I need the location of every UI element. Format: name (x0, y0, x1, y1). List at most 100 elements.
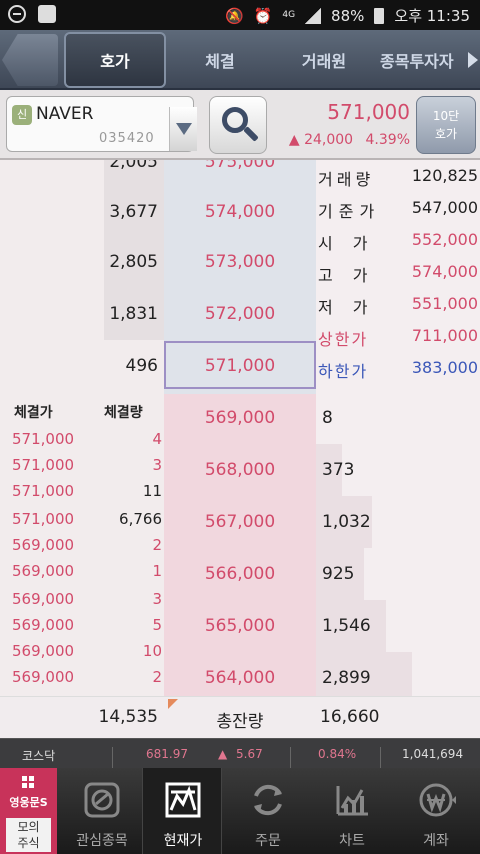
ask-price[interactable]: 574,000 (164, 202, 316, 222)
trade-price: 571,000 (12, 482, 75, 500)
bid-total: 16,660 (320, 707, 380, 727)
trade-price: 569,000 (12, 562, 75, 580)
bid-price[interactable]: 569,000 (164, 408, 316, 428)
status-bar: 🔕 ⏰ 4G 88% 오후 11:35 (0, 0, 480, 30)
ask-price-current[interactable]: 571,000 (164, 356, 316, 376)
info-label: 저가 (318, 298, 388, 317)
bid-quantity: 1,546 (322, 616, 371, 636)
trade-qty: 2 (152, 536, 162, 554)
totals-label: 총잔량 (216, 712, 264, 732)
index-volume: 1,041,694 (402, 747, 464, 761)
price-change: ▲ 24,000 4.39% (289, 132, 410, 148)
bid-price[interactable]: 565,000 (164, 616, 316, 636)
search-button[interactable] (209, 96, 267, 154)
clock: 오후 11:35 (394, 7, 470, 25)
tab-hoga[interactable]: 호가 (64, 32, 166, 88)
app-notification-icon (38, 5, 56, 23)
bid-price[interactable]: 567,000 (164, 512, 316, 532)
current-price-icon (165, 782, 201, 818)
menu-grid-icon (22, 776, 34, 788)
index-name: 코스닥 (22, 749, 56, 763)
trade-qty: 2 (152, 668, 162, 686)
info-value-upper-limit: 711,000 (411, 326, 478, 345)
level-button-line1: 10단 (432, 109, 460, 123)
info-value: 552,000 (411, 230, 478, 249)
trade-price: 571,000 (12, 456, 75, 474)
battery-icon (374, 7, 385, 24)
ask-quantity: 2,805 (109, 252, 158, 272)
info-value-lower-limit: 383,000 (411, 358, 478, 377)
stock-selector[interactable]: 신 NAVER 035420 (6, 96, 197, 152)
info-value: 551,000 (411, 294, 478, 313)
index-change: 5.67 (236, 747, 263, 761)
nav-account[interactable]: 계좌 (396, 768, 476, 854)
index-value: 681.97 (146, 747, 188, 761)
ask-price[interactable]: 572,000 (164, 304, 316, 324)
nav-current-price[interactable]: 현재가 (142, 768, 222, 854)
trade-qty: 1 (152, 562, 162, 580)
ask-price[interactable]: 575,000 (164, 160, 316, 172)
mock-trading-badge[interactable]: 모의 주식 (6, 818, 51, 852)
bid-quantity: 925 (322, 564, 355, 584)
nav-label: 계좌 (423, 833, 449, 849)
ask-quantity: 496 (125, 356, 158, 376)
trade-qty: 11 (142, 482, 162, 500)
nav-label: 주문 (255, 833, 281, 849)
stock-name: NAVER (36, 104, 94, 124)
current-price: 571,000 (327, 100, 410, 124)
bid-price[interactable]: 566,000 (164, 564, 316, 584)
mock-label-2: 주식 (17, 836, 40, 850)
trade-price: 571,000 (12, 510, 75, 528)
trade-qty: 5 (152, 616, 162, 634)
trade-price: 569,000 (12, 616, 75, 634)
home-menu-button[interactable]: 영웅문S 모의 주식 (0, 768, 57, 854)
trades-header-qty: 체결량 (104, 405, 143, 421)
bid-price[interactable]: 564,000 (164, 668, 316, 688)
bid-quantity: 8 (322, 408, 333, 428)
bid-quantity: 373 (322, 460, 355, 480)
ten-level-quote-button[interactable]: 10단 호가 (416, 96, 476, 154)
trade-qty: 4 (152, 430, 162, 448)
bid-quantity: 1,032 (322, 512, 371, 532)
tab-brokers[interactable]: 거래원 (272, 32, 376, 88)
trade-qty: 3 (152, 456, 162, 474)
level-button-line2: 호가 (434, 127, 458, 141)
back-button[interactable] (2, 34, 58, 86)
bid-price[interactable]: 568,000 (164, 460, 316, 480)
nav-label: 차트 (339, 833, 365, 849)
trade-qty: 10 (142, 642, 162, 660)
chart-icon (336, 786, 368, 816)
tab-trades[interactable]: 체결 (170, 32, 270, 88)
scroll-right-icon[interactable] (468, 52, 478, 68)
tab-investors[interactable]: 종목투자자 (380, 32, 476, 88)
ask-total: 14,535 (98, 707, 158, 727)
info-value: 574,000 (411, 262, 478, 281)
info-value: 547,000 (411, 198, 478, 217)
dropdown-icon[interactable] (169, 107, 197, 151)
mock-label-1: 모의 (17, 820, 40, 834)
network-type: 4G (282, 10, 296, 20)
nav-order[interactable]: 주문 (228, 768, 308, 854)
info-label: 시가 (318, 234, 388, 253)
nav-label: 관심종목 (76, 833, 128, 849)
stock-header: 신 NAVER 035420 571,000 ▲ 24,000 4.39% 10… (0, 90, 480, 160)
info-value: 120,825 (411, 166, 478, 185)
info-label: 기준가 (318, 202, 381, 221)
trade-qty: 3 (152, 590, 162, 608)
order-book[interactable]: 2,005 575,000 3,677 574,000 2,805 573,00… (0, 160, 480, 738)
bid-quantity: 2,899 (322, 668, 371, 688)
info-label-lower-limit: 하한가 (318, 362, 369, 381)
trade-price: 569,000 (12, 642, 75, 660)
info-label: 거래량 (318, 170, 375, 189)
search-icon-handle (243, 126, 259, 142)
order-icon (254, 784, 282, 816)
trade-price: 571,000 (12, 430, 75, 448)
nav-chart[interactable]: 차트 (312, 768, 392, 854)
index-ticker[interactable]: 코스닥 681.97 ▲ 5.67 0.84% 1,041,694 (0, 738, 480, 771)
account-icon (419, 783, 456, 817)
up-arrow-icon: ▲ (288, 132, 300, 148)
ask-price[interactable]: 573,000 (164, 252, 316, 272)
change-amount: 24,000 (304, 132, 354, 148)
nav-label: 현재가 (163, 833, 203, 849)
nav-interest[interactable]: 관심종목 (62, 768, 142, 854)
